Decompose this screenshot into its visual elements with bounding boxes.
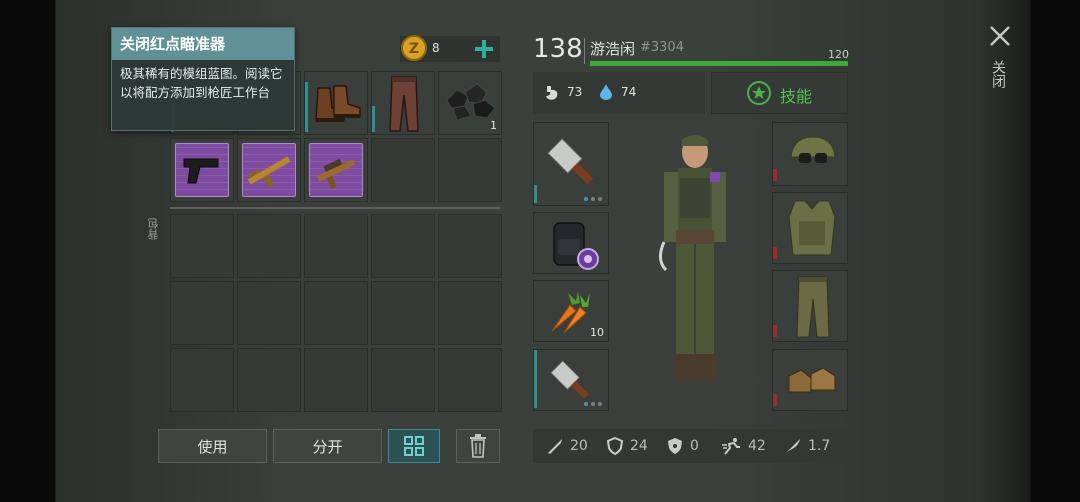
tooltip-description: 极其稀有的模组蓝图。阅读它以将配方添加到枪匠工作台 (120, 66, 283, 100)
stat-attack: 20 (546, 430, 588, 462)
inventory-slot-pants[interactable] (371, 71, 435, 135)
water-drop-icon (600, 84, 612, 100)
backpack-slot[interactable] (371, 281, 435, 345)
close-icon[interactable] (988, 24, 1012, 48)
feather-icon (786, 439, 800, 453)
add-currency-icon[interactable] (474, 39, 494, 59)
inventory-slot-empty[interactable] (438, 138, 502, 202)
coal-count: 1 (490, 119, 497, 132)
sword-icon (548, 439, 562, 454)
tactical-vest-icon (788, 200, 836, 256)
stat-weight-value: 1.7 (808, 438, 831, 454)
cleaver-icon (550, 360, 589, 399)
trash-icon (470, 434, 486, 458)
close-label[interactable]: 关闭 (990, 60, 1006, 88)
player-character (659, 135, 726, 380)
currency-amount: 8 (432, 41, 440, 55)
backpack-slot[interactable] (371, 214, 435, 278)
inventory-slot-rifle-blueprint[interactable] (237, 138, 301, 202)
star-icon (747, 81, 771, 105)
backpack-slot[interactable] (304, 214, 368, 278)
boots-icon (788, 367, 836, 393)
food-value: 73 (567, 85, 583, 99)
water-value: 74 (621, 85, 637, 99)
sort-button[interactable] (388, 429, 440, 463)
player-level: 138 (533, 34, 583, 64)
trash-button[interactable] (456, 429, 500, 463)
backpack-icon (553, 222, 599, 270)
backpack-slot[interactable] (304, 348, 368, 412)
stat-speed-value: 42 (748, 438, 766, 454)
equip-slot-head[interactable] (772, 122, 848, 186)
equip-slot-food[interactable]: 10 (533, 280, 609, 342)
radiation-icon (668, 438, 682, 454)
currency-display: Z 8 (400, 35, 500, 62)
backpack-slot[interactable] (237, 281, 301, 345)
cleaver-icon (547, 138, 594, 185)
camo-pants-icon (796, 276, 830, 338)
stat-defense: 24 (606, 430, 648, 462)
stat-radiation-value: 0 (690, 438, 699, 454)
backpack-slot[interactable] (170, 214, 234, 278)
durability-dots (584, 197, 602, 201)
backpack-slot[interactable] (237, 348, 301, 412)
pistol-icon (183, 158, 219, 184)
backpack-label: 背包 (147, 218, 160, 240)
inventory-slot-boots[interactable] (304, 71, 368, 135)
stat-weight: 1.7 (784, 430, 830, 462)
backpack-slot[interactable] (438, 348, 502, 412)
equip-slot-feet[interactable] (772, 349, 848, 411)
stat-radiation: 0 (666, 430, 699, 462)
cap-goggles-icon (790, 136, 836, 163)
split-button[interactable]: 分开 (273, 429, 382, 463)
hp-bar-track (590, 61, 848, 66)
player-id: #3304 (640, 40, 684, 55)
inventory-divider (170, 207, 500, 209)
skills-label: 技能 (780, 87, 813, 106)
grid-icon (404, 436, 424, 456)
pants-icon (389, 76, 419, 132)
skills-button[interactable]: 技能 (711, 72, 848, 114)
equip-slot-body[interactable] (772, 192, 848, 264)
rifle-icon (247, 156, 291, 188)
hp-bar-fill (590, 61, 848, 66)
coin-icon: Z (401, 35, 427, 61)
stat-attack-value: 20 (570, 438, 588, 454)
equip-slot-backpack[interactable] (533, 212, 609, 274)
backpack-slot[interactable] (438, 214, 502, 278)
stat-defense-value: 24 (630, 438, 648, 454)
running-icon (722, 438, 740, 455)
inventory-screen: 1 背包 Z 8 关闭红点瞄准器 极其稀有的模组蓝图。阅读它以将配方添加到枪匠工… (0, 0, 1080, 502)
stat-speed: 42 (722, 430, 766, 462)
item-tooltip: 关闭红点瞄准器 极其稀有的模组蓝图。阅读它以将配方添加到枪匠工作台 (111, 27, 295, 131)
shield-icon (606, 437, 624, 455)
backpack-slot[interactable] (438, 281, 502, 345)
durability-dots (584, 402, 602, 406)
backpack-slot[interactable] (304, 281, 368, 345)
use-button[interactable]: 使用 (158, 429, 267, 463)
backpack-slot[interactable] (170, 281, 234, 345)
backpack-slot[interactable] (371, 348, 435, 412)
boots-icon (315, 85, 361, 122)
inventory-slot-coal[interactable]: 1 (438, 71, 502, 135)
equip-slot-legs[interactable] (772, 270, 848, 342)
player-name: 游浩闲 (590, 40, 636, 58)
coal-icon (446, 83, 496, 121)
inventory-slot-empty[interactable] (371, 138, 435, 202)
equip-slot-secondary-weapon[interactable] (533, 349, 609, 411)
backpack-slot[interactable] (170, 348, 234, 412)
equip-slot-primary-weapon[interactable] (533, 122, 609, 206)
gun-scope-icon (316, 158, 356, 190)
player-hp-max: 120 (828, 48, 849, 61)
inventory-slot-scope-blueprint[interactable] (304, 138, 368, 202)
tooltip-title: 关闭红点瞄准器 (112, 28, 294, 60)
stomach-icon (546, 86, 558, 100)
carrot-count: 10 (590, 326, 604, 339)
svg-text:Z: Z (409, 41, 419, 57)
level-separator (584, 38, 585, 64)
survival-stats: 73 74 (533, 72, 705, 114)
backpack-slot[interactable] (237, 214, 301, 278)
inventory-slot-pistol-blueprint[interactable] (170, 138, 234, 202)
